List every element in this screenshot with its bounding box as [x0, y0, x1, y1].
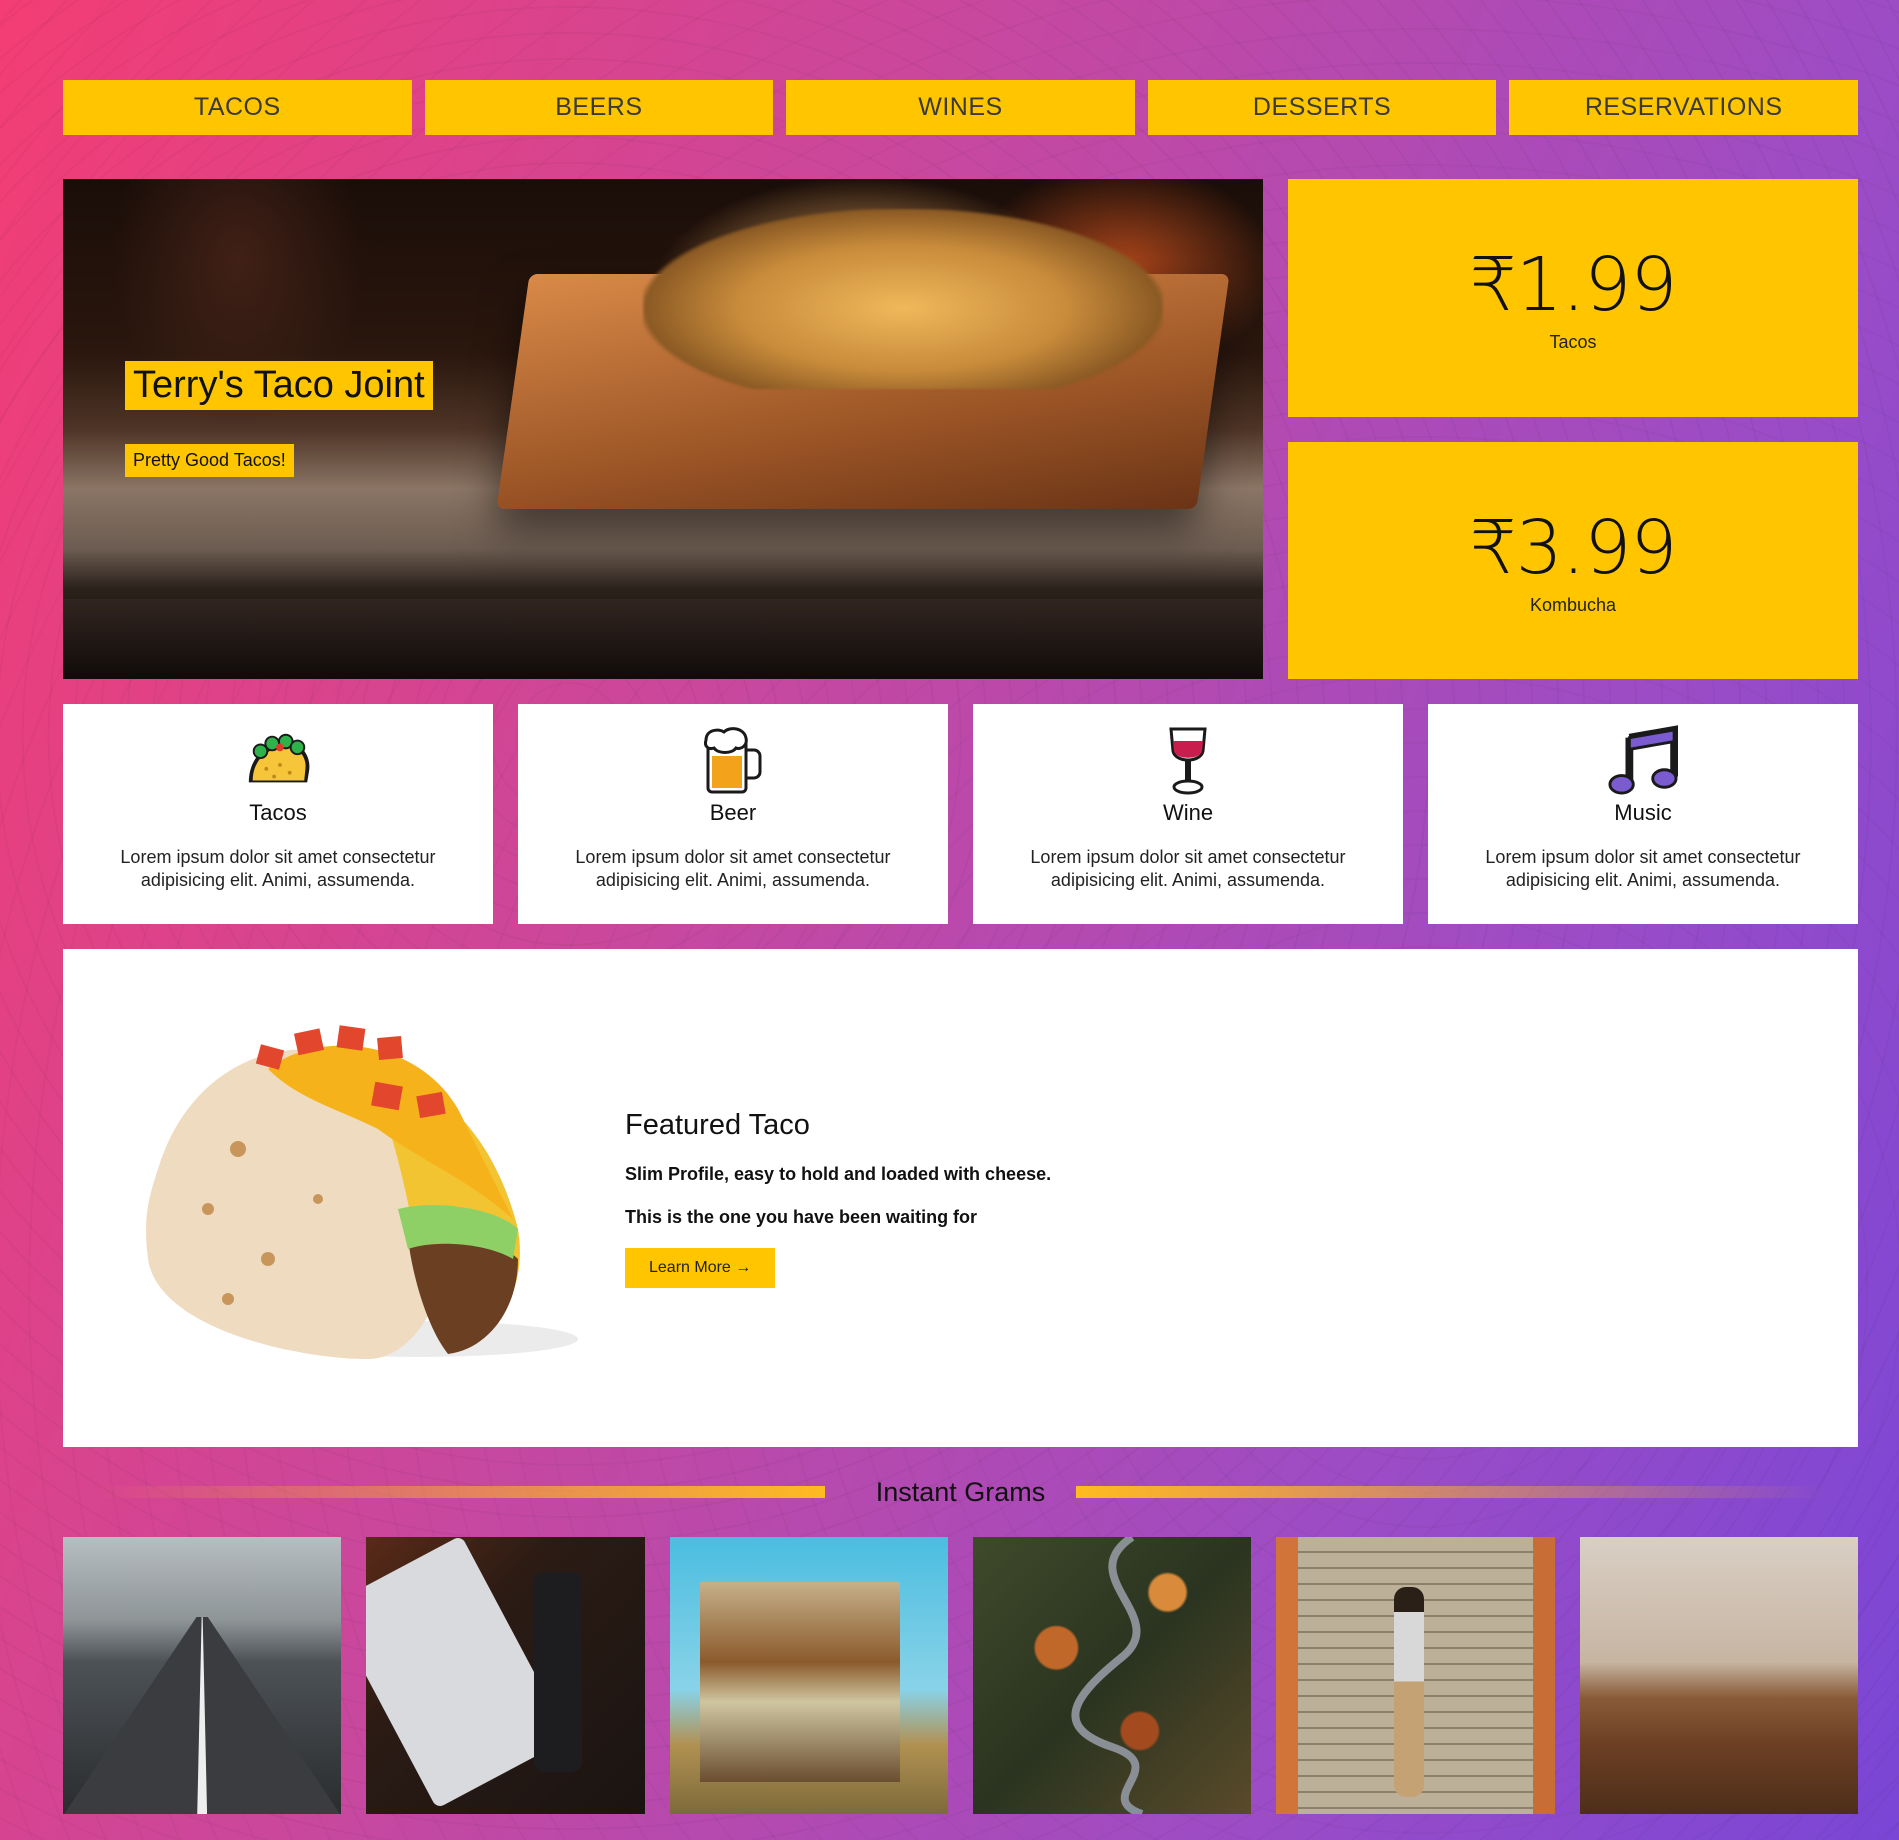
taco-icon	[243, 726, 313, 796]
featured-taco-section: Featured Taco Slim Profile, easy to hold…	[63, 949, 1858, 1447]
hero-taco-image	[643, 209, 1163, 389]
hero-row: Terry's Taco Joint Pretty Good Tacos! ₹1…	[63, 179, 1858, 679]
instant-grams-gallery	[63, 1537, 1858, 1814]
instant-grams-title: Instant Grams	[875, 1476, 1046, 1507]
feature-title: Wine	[1162, 800, 1214, 825]
price-card-kombucha: ₹3.99 Kombucha	[1288, 441, 1858, 679]
gram-photo-cliff[interactable]	[1579, 1537, 1858, 1814]
main-nav: TACOS BEERS WINES DESSERTS RESERVATIONS	[63, 80, 1858, 135]
page-wrapper: TACOS BEERS WINES DESSERTS RESERVATIONS …	[63, 80, 1858, 1814]
price-card-tacos: ₹1.99 Tacos	[1288, 179, 1858, 417]
price-amount: ₹1.99	[1469, 242, 1678, 329]
gram-photo-forest-road[interactable]	[972, 1537, 1252, 1814]
featured-tagline: This is the one you have been waiting fo…	[625, 1207, 978, 1227]
nav-item-tacos[interactable]: TACOS	[63, 80, 412, 135]
featured-description: Slim Profile, easy to hold and loaded wi…	[625, 1164, 1052, 1184]
feature-text: Lorem ipsum dolor sit amet consectetur a…	[575, 847, 891, 890]
nav-item-desserts[interactable]: DESSERTS	[1147, 80, 1497, 135]
person-image	[1394, 1587, 1425, 1797]
featured-taco-image	[118, 1009, 618, 1384]
header-divider-right	[1076, 1486, 1828, 1498]
feature-text: Lorem ipsum dolor sit amet consectetur a…	[120, 847, 436, 890]
winding-road-icon	[1071, 1537, 1144, 1814]
music-note-icon	[1608, 725, 1678, 796]
feature-text: Lorem ipsum dolor sit amet consectetur a…	[1030, 847, 1346, 890]
feature-row: Tacos Lorem ipsum dolor sit amet consect…	[63, 704, 1858, 924]
beer-icon	[698, 726, 768, 796]
gram-photo-desk[interactable]	[366, 1537, 645, 1814]
price-label: Kombucha	[1529, 594, 1617, 615]
nav-item-wines[interactable]: WINES	[786, 80, 1135, 135]
feature-card-music: Music Lorem ipsum dolor sit amet consect…	[1428, 704, 1858, 924]
hero-banner: Terry's Taco Joint Pretty Good Tacos!	[63, 179, 1263, 679]
tower-image	[699, 1582, 900, 1782]
feature-card-beer: Beer Lorem ipsum dolor sit amet consecte…	[518, 704, 948, 924]
feature-title: Tacos	[249, 800, 307, 825]
gram-photo-tower[interactable]	[669, 1537, 948, 1814]
hero-title: Terry's Taco Joint	[125, 361, 433, 410]
nav-item-reservations[interactable]: RESERVATIONS	[1509, 80, 1858, 135]
feature-card-wine: Wine Lorem ipsum dolor sit amet consecte…	[973, 704, 1403, 924]
feature-card-tacos: Tacos Lorem ipsum dolor sit amet consect…	[63, 704, 493, 924]
hero-counter-edge	[63, 599, 1263, 679]
nav-item-beers[interactable]: BEERS	[424, 80, 774, 135]
feature-title: Music	[1614, 800, 1672, 825]
instant-grams-header: Instant Grams	[63, 1447, 1858, 1537]
hero-subtitle: Pretty Good Tacos!	[125, 444, 294, 477]
feature-text: Lorem ipsum dolor sit amet consectetur a…	[1485, 847, 1801, 890]
bottle-image	[534, 1572, 583, 1772]
featured-title: Featured Taco	[625, 1109, 810, 1141]
header-divider-left	[93, 1486, 825, 1498]
gram-photo-road[interactable]	[63, 1537, 342, 1814]
feature-title: Beer	[709, 800, 757, 825]
learn-more-button[interactable]: Learn More →	[625, 1248, 776, 1288]
gram-photo-skater[interactable]	[1276, 1537, 1555, 1814]
price-amount: ₹3.99	[1469, 504, 1678, 591]
price-label: Tacos	[1549, 332, 1597, 353]
wine-icon	[1153, 726, 1223, 796]
featured-text-block: Featured Taco Slim Profile, easy to hold…	[625, 1109, 1051, 1288]
price-column: ₹1.99 Tacos ₹3.99 Kombucha	[1288, 179, 1858, 679]
